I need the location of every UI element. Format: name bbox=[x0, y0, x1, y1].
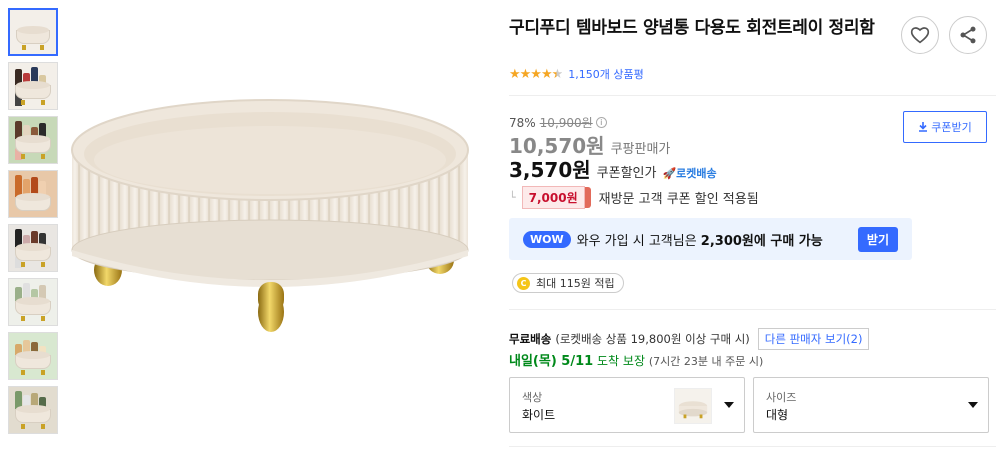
wow-text: 와우 가입 시 고객님은 2,300원에 구매 가능 bbox=[576, 233, 823, 249]
thumbnail-4[interactable] bbox=[8, 170, 58, 218]
thumbnail-1[interactable] bbox=[8, 8, 58, 56]
share-button[interactable] bbox=[949, 16, 987, 54]
thumbnail-2[interactable] bbox=[8, 62, 58, 110]
arrival-guarantee: 도착 보장 bbox=[597, 354, 645, 368]
share-icon bbox=[960, 26, 976, 44]
color-option-select[interactable]: 색상 화이트 bbox=[509, 377, 745, 433]
arrival-note: (7시간 23분 내 주문 시) bbox=[648, 355, 764, 368]
thumbnail-list bbox=[8, 8, 60, 440]
product-image bbox=[71, 99, 469, 332]
revisit-price: 7,000원 bbox=[521, 186, 591, 209]
option-value: 화이트 bbox=[522, 408, 556, 422]
review-count-link[interactable]: 1,150개 상품평 bbox=[568, 66, 643, 82]
coupon-price-label: 쿠폰할인가 bbox=[596, 166, 657, 181]
shipping-condition: (로켓배송 상품 19,800원 이상 구매 시) bbox=[555, 332, 750, 346]
coin-icon: C bbox=[517, 276, 530, 290]
reward-badge: C 최대 115원 적립 bbox=[512, 273, 624, 293]
chevron-down-icon bbox=[724, 402, 734, 408]
discount-rate: 78% bbox=[509, 115, 536, 130]
thumbnail-5[interactable] bbox=[8, 224, 58, 272]
thumbnail-7[interactable] bbox=[8, 332, 58, 380]
product-title: 구디푸디 템바보드 양념통 다용도 회전트레이 정리함 bbox=[509, 18, 875, 38]
original-price: 10,900원 bbox=[539, 116, 593, 130]
revisit-discount: └ 7,000원 재방문 고객 쿠폰 할인 적용됨 bbox=[509, 186, 759, 209]
reward-text: 최대 115원 적립 bbox=[536, 277, 615, 290]
color-swatch-image bbox=[674, 388, 712, 424]
thumbnail-3[interactable] bbox=[8, 116, 58, 164]
thumbnail-8[interactable] bbox=[8, 386, 58, 434]
coupon-price-row: 3,570원 쿠폰할인가 🚀로켓배송 bbox=[509, 154, 717, 183]
arrival-day: 내일(목) 5/11 bbox=[509, 354, 594, 369]
coupon-download-label: 쿠폰받기 bbox=[931, 121, 972, 134]
heart-icon bbox=[910, 27, 930, 44]
wow-badge: WOW bbox=[523, 230, 571, 248]
wishlist-button[interactable] bbox=[901, 16, 939, 54]
coupon-download-button[interactable]: 쿠폰받기 bbox=[903, 111, 987, 143]
wow-join-button[interactable]: 받기 bbox=[857, 227, 898, 252]
shipping-info: 무료배송 (로켓배송 상품 19,800원 이상 구매 시) 다른 판매자 보기… bbox=[509, 328, 870, 350]
divider bbox=[509, 95, 996, 96]
thumbnail-6[interactable] bbox=[8, 278, 58, 326]
star-rating: ★★★★★ bbox=[509, 66, 563, 82]
corner-icon: └ bbox=[509, 191, 516, 204]
divider bbox=[509, 446, 996, 447]
info-icon[interactable]: i bbox=[595, 117, 607, 128]
wow-promo: WOW 와우 가입 시 고객님은 2,300원에 구매 가능 받기 bbox=[509, 218, 912, 260]
arrival-info: 내일(목) 5/11 도착 보장 (7시간 23분 내 주문 시) bbox=[509, 350, 763, 369]
size-option-select[interactable]: 사이즈 대형 bbox=[753, 377, 989, 433]
other-seller-button[interactable]: 다른 판매자 보기(2) bbox=[757, 328, 870, 350]
coupon-price: 3,570원 bbox=[509, 158, 591, 182]
rating[interactable]: ★★★★★ 1,150개 상품평 bbox=[509, 66, 644, 82]
divider bbox=[509, 309, 996, 310]
chevron-down-icon bbox=[968, 402, 978, 408]
download-icon bbox=[919, 122, 928, 132]
option-value: 대형 bbox=[766, 408, 789, 422]
revisit-text: 재방문 고객 쿠폰 할인 적용됨 bbox=[598, 192, 759, 207]
free-shipping-label: 무료배송 bbox=[509, 332, 552, 346]
option-label: 색상 bbox=[522, 391, 543, 404]
rocket-badge: 🚀로켓배송 bbox=[662, 167, 717, 180]
option-label: 사이즈 bbox=[766, 391, 797, 404]
discount-row: 78% 10,900원 i bbox=[509, 114, 607, 131]
